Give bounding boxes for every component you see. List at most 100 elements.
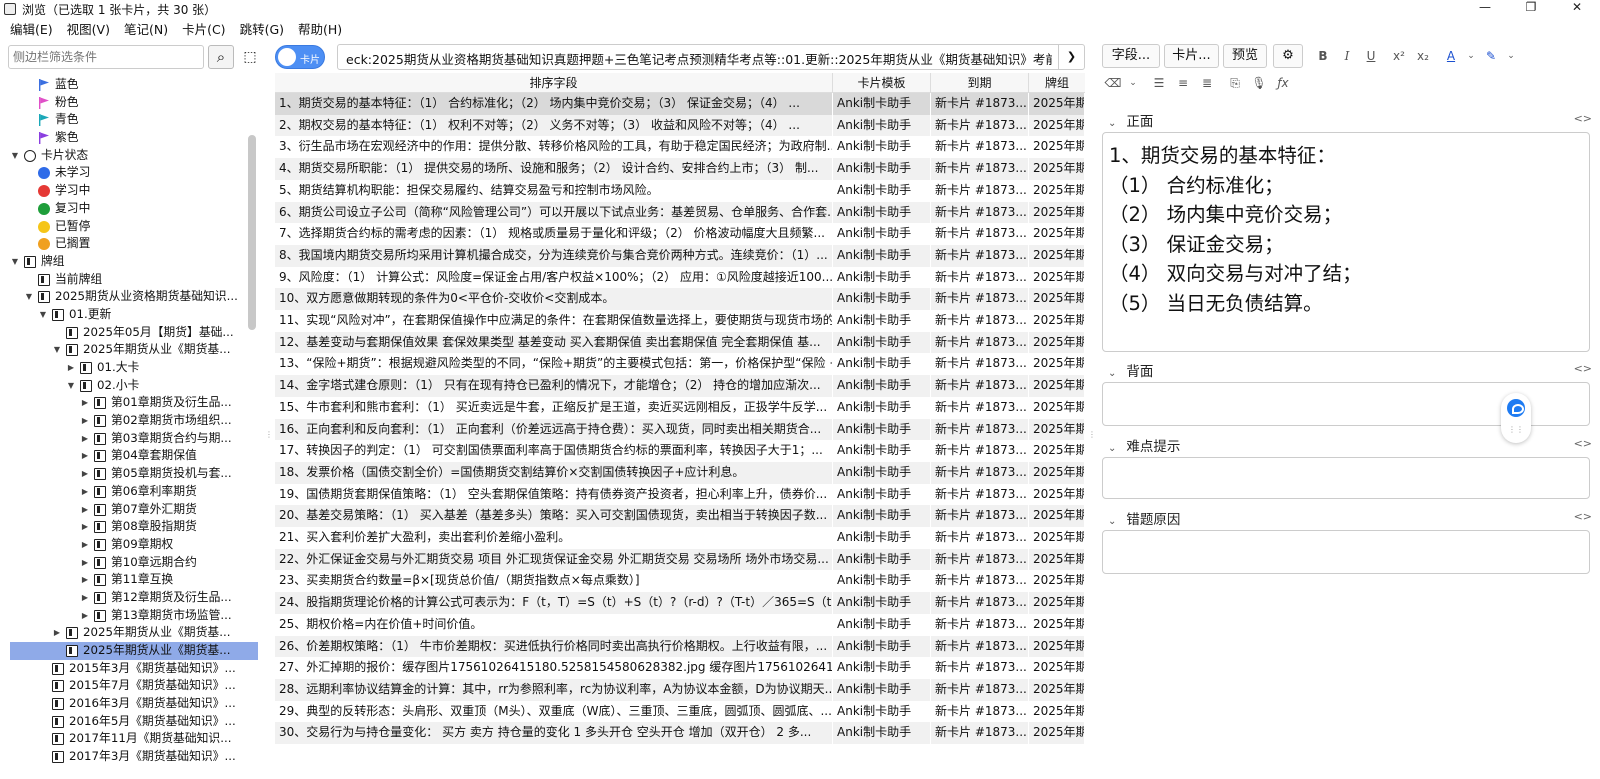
collapse-arrow-icon[interactable]: ▶: [80, 465, 90, 483]
preview-button[interactable]: 预览: [1223, 44, 1267, 68]
table-row[interactable]: 7、选择期货合约标的需考虑的因素：（1） 规格或质量易于量化和评级；（2） 价格…: [275, 223, 1085, 245]
sidebar-item[interactable]: ▶ 第04章套期保值: [10, 447, 258, 465]
table-row[interactable]: 14、金字塔式建仓原则：（1） 只有在现有持仓已盈利的情况下，才能增仓；（2） …: [275, 375, 1085, 397]
sidebar-item[interactable]: 2016年3月《期货基础知识》...: [10, 695, 258, 713]
hint-field[interactable]: [1102, 457, 1590, 499]
cards-button[interactable]: 卡片...: [1164, 44, 1219, 68]
table-row[interactable]: 13、“保险+期货”：根据规避风险类型的不同，“保险+期货”的主要模式包括：第一…: [275, 353, 1085, 376]
column-header-due[interactable]: 到期: [931, 73, 1029, 93]
expand-arrow-icon[interactable]: ▼: [66, 377, 76, 395]
gear-icon[interactable]: ⚙: [1273, 44, 1303, 68]
sidebar-item[interactable]: ▼ 牌组: [10, 253, 258, 271]
sidebar-item[interactable]: ▼ 2025期货从业资格期货基础知识...: [10, 288, 258, 306]
sidebar-item[interactable]: ▶ 第08章股指期货: [10, 518, 258, 536]
html-editor-toggle-icon[interactable]: <>: [1574, 510, 1592, 523]
section-front[interactable]: ⌄ 正面: [1108, 110, 1153, 130]
formula-icon[interactable]: ƒx: [1272, 72, 1294, 94]
minimize-button[interactable]: —: [1462, 0, 1508, 18]
table-row[interactable]: 19、国债期货套期保值策略：（1） 空头套期保值策略：持有债券资产投资者，担心利…: [275, 483, 1085, 506]
underline-icon[interactable]: U: [1360, 45, 1382, 67]
collapse-arrow-icon[interactable]: ▶: [80, 412, 90, 430]
chevron-down-icon[interactable]: ⌄: [1122, 72, 1144, 94]
expand-arrow-icon[interactable]: ▼: [38, 306, 48, 324]
collapse-arrow-icon[interactable]: ▶: [80, 607, 90, 625]
table-row[interactable]: 27、外汇掉期的报价：缓存图片17561026415180.5258154580…: [275, 657, 1085, 679]
sidebar-item[interactable]: 未学习: [10, 164, 258, 182]
sidebar-item[interactable]: 2025年05月【期货】基础...: [10, 324, 258, 342]
collapse-arrow-icon[interactable]: ▶: [80, 501, 90, 519]
maximize-button[interactable]: ❐: [1508, 0, 1554, 18]
sidebar-item[interactable]: ▶ 第11章互换: [10, 571, 258, 589]
table-row[interactable]: 1、期货交易的基本特征：（1） 合约标准化；（2） 场内集中竞价交易；（3） 保…: [275, 93, 1085, 115]
sidebar-item[interactable]: 2025年期货从业《期货基...: [10, 642, 258, 660]
browser-search-bar[interactable]: eck:2025期货从业资格期货基础知识真题押题+三色笔记考点预测精华考点等::…: [337, 44, 1085, 70]
attachment-icon[interactable]: ⎘: [1224, 72, 1246, 94]
html-editor-toggle-icon[interactable]: <>: [1574, 112, 1592, 125]
close-button[interactable]: ✕: [1554, 0, 1600, 18]
sidebar-item[interactable]: ▼ 01.更新: [10, 306, 258, 324]
collapse-arrow-icon[interactable]: ▶: [80, 554, 90, 572]
sidebar-item[interactable]: ▶ 第13章期货市场监管...: [10, 607, 258, 625]
table-row[interactable]: 5、期货结算机构职能：担保交易履约、结算交易盈亏和控制市场风险。 Anki制卡助手…: [275, 179, 1085, 202]
sidebar-item[interactable]: ▼ 卡片状态: [10, 147, 258, 165]
collapse-arrow-icon[interactable]: ▶: [66, 359, 76, 377]
collapse-arrow-icon[interactable]: ▶: [80, 483, 90, 501]
collapse-arrow-icon[interactable]: ▶: [80, 394, 90, 412]
drag-handle-icon[interactable]: ⋮⋮: [1501, 425, 1531, 434]
table-row[interactable]: 3、衍生品市场在宏观经济中的作用：提供分散、转移价格风险的工具，有助于稳定国民经…: [275, 136, 1085, 159]
ordered-list-icon[interactable]: ≡: [1172, 72, 1194, 94]
eraser-icon[interactable]: ⌫: [1102, 72, 1124, 94]
search-icon[interactable]: ⌕: [208, 45, 234, 69]
section-error[interactable]: ⌄ 错题原因: [1108, 508, 1180, 528]
table-row[interactable]: 15、牛市套利和熊市套利：（1） 买近卖远是牛套，正缩反扩是王道，卖近买远刚相反…: [275, 396, 1085, 419]
align-icon[interactable]: ≣: [1196, 72, 1218, 94]
table-row[interactable]: 4、期货交易所职能：（1） 提供交易的场所、设施和服务；（2） 设计合约、安排合…: [275, 158, 1085, 180]
expand-arrow-icon[interactable]: ▼: [10, 253, 20, 271]
sidebar-item[interactable]: 已暂停: [10, 218, 258, 236]
html-editor-toggle-icon[interactable]: <>: [1574, 362, 1592, 375]
sidebar-item[interactable]: ▶ 第10章远期合约: [10, 554, 258, 572]
menu-notes[interactable]: 笔记(N): [124, 19, 168, 38]
sidebar-item[interactable]: 2017年3月《期货基础知识》...: [10, 748, 258, 766]
italic-icon[interactable]: I: [1336, 45, 1358, 67]
collapse-arrow-icon[interactable]: ▶: [80, 571, 90, 589]
sidebar-item[interactable]: 2015年7月《期货基础知识》...: [10, 677, 258, 695]
sidebar-item[interactable]: ▶ 第07章外汇期货: [10, 501, 258, 519]
collapse-arrow-icon[interactable]: ▶: [80, 518, 90, 536]
search-query[interactable]: eck:2025期货从业资格期货基础知识真题押题+三色笔记考点预测精华考点等::…: [346, 49, 1052, 68]
table-row[interactable]: 2、期权交易的基本特征：（1） 权利不对等；（2） 义务不对等；（3） 收益和风…: [275, 114, 1085, 137]
menu-edit[interactable]: 编辑(E): [10, 19, 53, 38]
table-row[interactable]: 20、基差交易策略：（1） 买入基差（基差多头）策略：买入可交割国债现货，卖出相…: [275, 505, 1085, 527]
table-row[interactable]: 21、买入套利价差扩大盈利，卖出套利价差缩小盈利。 Anki制卡助手 新卡片 #18…: [275, 527, 1085, 549]
chevron-down-icon[interactable]: ⌄: [1500, 45, 1522, 67]
highlight-color-icon[interactable]: ✎: [1480, 45, 1502, 67]
sidebar-item[interactable]: 紫色: [10, 129, 258, 147]
table-row[interactable]: 16、正向套利和反向套利：（1） 正向套利（价差远远高于持仓费）：买入现货，同时…: [275, 418, 1085, 441]
superscript-icon[interactable]: x²: [1388, 45, 1410, 67]
collapse-arrow-icon[interactable]: ▶: [80, 589, 90, 607]
sidebar-item[interactable]: 2015年3月《期货基础知识》...: [10, 660, 258, 678]
table-row[interactable]: 10、双方愿意做期转现的条件为0<平仓价-交收价<交割成本。 Anki制卡助手 新卡…: [275, 288, 1085, 310]
table-row[interactable]: 17、转换因子的判定：（1） 可交割国债票面利率高于国债期货合约标的票面利率，转…: [275, 440, 1085, 462]
sidebar-item[interactable]: 学习中: [10, 182, 258, 200]
expand-arrow-icon[interactable]: ▼: [52, 341, 62, 359]
table-row[interactable]: 18、发票价格（国债交割全价）=国债期货交割结算价×交割国债转换因子+应计利息。…: [275, 461, 1085, 484]
table-row[interactable]: 28、远期利率协议结算金的计算：其中，rr为参照利率，rc为协议利率，A为协议本…: [275, 678, 1085, 701]
sidebar-item[interactable]: 粉色: [10, 94, 258, 112]
table-row[interactable]: 8、我国境内期货交易所均采用计算机撮合成交，分为连续竞价与集合竞价两种方式。连续…: [275, 244, 1085, 267]
sidebar-item[interactable]: 2016年5月《期货基础知识》...: [10, 713, 258, 731]
expand-arrow-icon[interactable]: ▼: [24, 288, 34, 306]
sidebar-item[interactable]: ▼ 2025年期货从业《期货基...: [10, 341, 258, 359]
table-row[interactable]: 6、期货公司设立子公司（简称“风险管理公司”）可以开展以下试点业务：基差贸易、仓…: [275, 201, 1085, 224]
subscript-icon[interactable]: x₂: [1412, 45, 1434, 67]
section-hint[interactable]: ⌄ 难点提示: [1108, 435, 1180, 455]
sidebar-item[interactable]: 复习中: [10, 200, 258, 218]
table-row[interactable]: 9、风险度：（1） 计算公式：风险度=保证金占用/客户权益×100%；（2） 应…: [275, 266, 1085, 289]
sidebar-item[interactable]: ▶ 第03章期货合约与期...: [10, 430, 258, 448]
sidebar-item[interactable]: ▶ 第06章利率期货: [10, 483, 258, 501]
sidebar-item[interactable]: ▶ 第02章期货市场组织...: [10, 412, 258, 430]
selection-mode-icon[interactable]: ⬚: [240, 47, 260, 67]
menu-go[interactable]: 跳转(G): [240, 19, 284, 38]
table-row[interactable]: 12、基差变动与套期保值效果 套保效果类型 基差变动 买入套期保值 卖出套期保值…: [275, 331, 1085, 354]
table-row[interactable]: 24、股指期货理论价格的计算公式可表示为：F（t，T）=S（t）+S（t）?（r…: [275, 592, 1085, 614]
